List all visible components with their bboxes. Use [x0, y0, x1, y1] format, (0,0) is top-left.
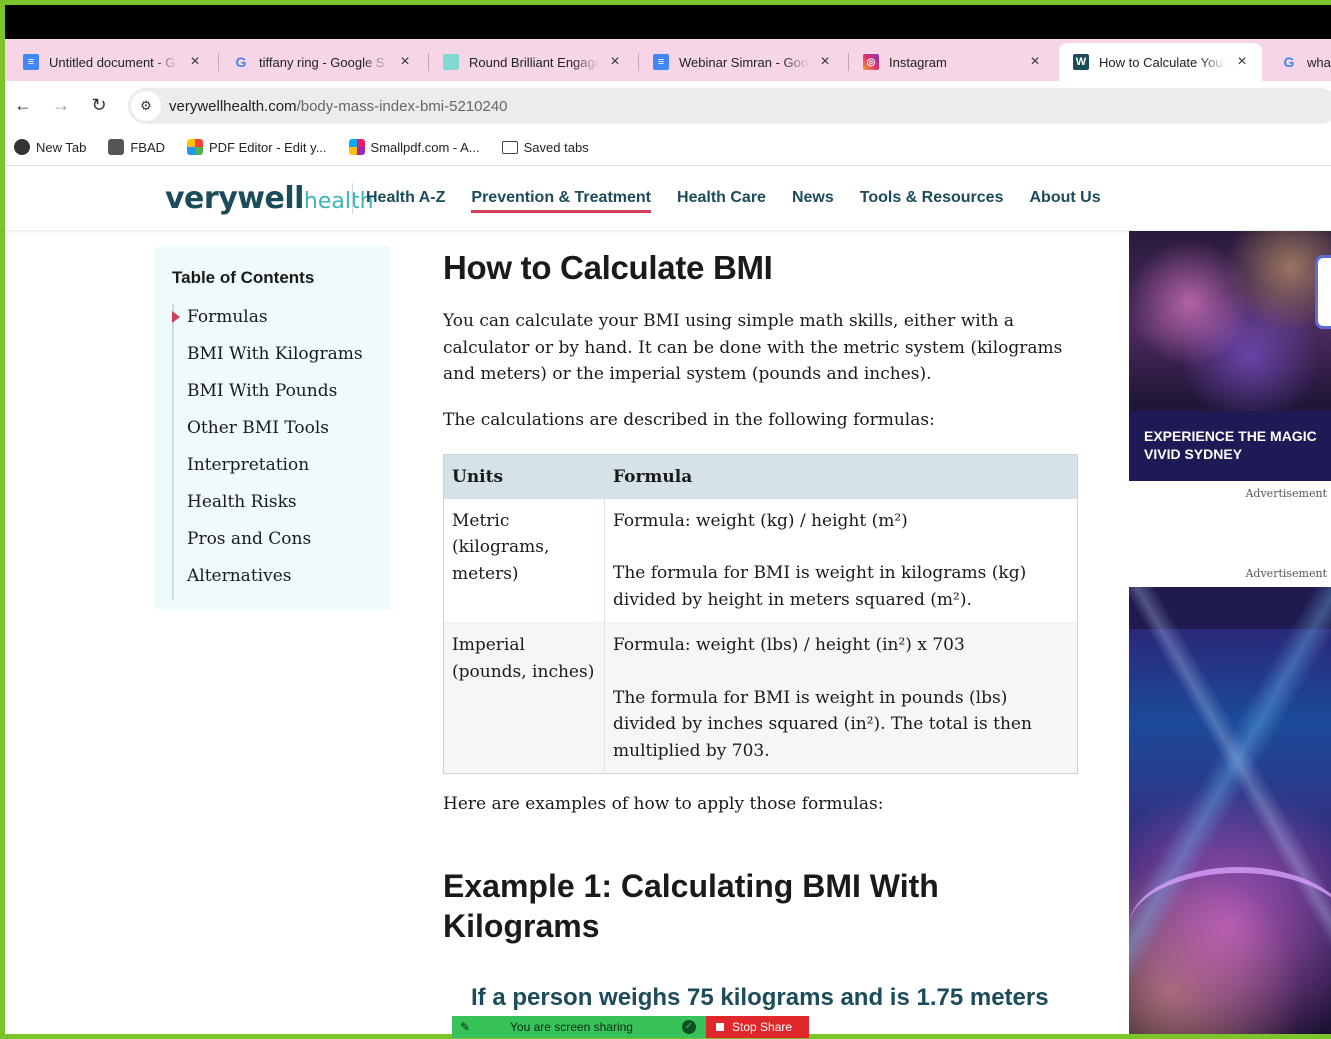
close-icon[interactable]: × [1027, 53, 1043, 71]
table-cell-units: Imperial (pounds, inches) [443, 622, 605, 774]
formula-table: Units Formula Metric (kilograms, meters)… [443, 454, 1078, 774]
close-icon[interactable]: × [607, 53, 623, 71]
bookmark-pdf-editor[interactable]: PDF Editor - Edit y... [187, 139, 327, 155]
pdf-editor-icon [187, 139, 204, 155]
stop-share-button[interactable]: Stop Share [706, 1016, 809, 1038]
os-top-bar [0, 0, 1331, 39]
table-row: Imperial (pounds, inches) Formula: weigh… [443, 622, 1078, 774]
article-title: How to Calculate BMI [443, 249, 773, 286]
site-logo[interactable]: verywellhealth [165, 181, 374, 216]
ad-bridge-graphic [1129, 867, 1331, 987]
table-cell-units: Metric (kilograms, meters) [443, 498, 605, 623]
toc-item-pros-cons[interactable]: Pros and Cons [174, 526, 382, 563]
close-icon[interactable]: × [817, 53, 833, 71]
ad-label: Advertisement [1245, 487, 1327, 500]
main-nav: Health A-Z Prevention & Treatment Health… [366, 189, 1127, 213]
drag-handle-icon[interactable]: ✎ [460, 1020, 474, 1034]
formula-text: Formula: weight (lbs) / height (in²) x 7… [613, 635, 965, 655]
intro-paragraph: You can calculate your BMI using simple … [443, 311, 1063, 384]
toc-item-formulas[interactable]: Formulas [172, 304, 382, 341]
screen-share-bar: ✎ You are screen sharing ✓ Stop Share [452, 1016, 809, 1038]
shield-check-icon: ✓ [682, 1020, 696, 1034]
bookmarks-bar: New Tab FBAD PDF Editor - Edit y... Smal… [5, 129, 1331, 166]
site-header: verywellhealth Health A-Z Prevention & T… [5, 167, 1331, 230]
table-header-units: Units [443, 454, 605, 499]
toc-list: Formulas BMI With Kilograms BMI With Pou… [172, 304, 382, 600]
table-row: Metric (kilograms, meters) Formula: weig… [443, 498, 1078, 623]
address-bar[interactable]: ⚙ verywellhealth.com/body-mass-index-bmi… [128, 88, 1331, 124]
nav-health-care[interactable]: Health Care [677, 189, 766, 213]
google-docs-icon: ≡ [23, 54, 39, 70]
toc-title: Table of Contents [172, 268, 315, 287]
tab-tiffany-ring[interactable]: G tiffany ring - Google S × [219, 43, 425, 81]
save-icon [108, 139, 125, 155]
google-icon: G [1283, 54, 1295, 70]
stop-icon [716, 1023, 724, 1031]
logo-divider [352, 183, 353, 214]
tab-untitled-document[interactable]: ≡ Untitled document - G × [9, 43, 215, 81]
bookmark-new-tab[interactable]: New Tab [14, 139, 86, 155]
toc-item-bmi-pounds[interactable]: BMI With Pounds [174, 378, 382, 415]
nav-prevention-treatment[interactable]: Prevention & Treatment [471, 189, 651, 213]
article-body: How to Calculate BMI You can calculate y… [443, 245, 1083, 430]
browser-toolbar: ← → ↻ ⚙ verywellhealth.com/body-mass-ind… [5, 81, 1331, 129]
ad-side-button[interactable] [1315, 255, 1331, 329]
bookmark-fbad[interactable]: FBAD [108, 139, 165, 155]
site-info-icon[interactable]: ⚙ [131, 91, 161, 121]
toc-item-bmi-kilograms[interactable]: BMI With Kilograms [174, 341, 382, 378]
instagram-icon: ◎ [863, 54, 879, 70]
google-icon: G [235, 54, 247, 70]
ad-label: Advertisement [1245, 567, 1327, 580]
lead-in-paragraph: The calculations are described in the fo… [443, 410, 935, 430]
globe-icon [14, 139, 30, 155]
ad-banner-bridge[interactable] [1129, 587, 1331, 1039]
bookmark-saved-tabs[interactable]: Saved tabs [501, 140, 589, 155]
ad-text: EXPERIENCE THE MAGIC VIVID SYDNEY [1144, 428, 1317, 462]
bookmark-smallpdf[interactable]: Smallpdf.com - A... [348, 139, 480, 155]
google-docs-icon: ≡ [653, 54, 669, 70]
close-icon[interactable]: × [1234, 53, 1250, 71]
tab-round-brilliant[interactable]: Round Brilliant Engage × [429, 43, 635, 81]
nav-about-us[interactable]: About Us [1029, 189, 1100, 213]
folder-icon [501, 140, 518, 154]
nav-news[interactable]: News [792, 189, 834, 213]
toc-item-health-risks[interactable]: Health Risks [174, 489, 382, 526]
back-arrow-icon[interactable]: ← [11, 93, 35, 117]
forward-arrow-icon[interactable]: → [49, 93, 73, 117]
table-header-formula: Formula [604, 454, 1078, 499]
table-cell-formula: Formula: weight (kg) / height (m²) The f… [604, 498, 1078, 623]
tab-strip: ≡ Untitled document - G × G tiffany ring… [5, 39, 1331, 81]
url-text: verywellhealth.com/body-mass-index-bmi-5… [169, 97, 508, 115]
nav-health-a-z[interactable]: Health A-Z [366, 189, 445, 213]
formula-description: The formula for BMI is weight in pounds … [613, 687, 1032, 761]
verywell-icon: W [1073, 54, 1089, 70]
example-1-heading: Example 1: Calculating BMI With Kilogram… [443, 868, 939, 944]
tab-what[interactable]: G what [1267, 43, 1331, 81]
tiffany-icon [443, 54, 459, 70]
examples-intro: Here are examples of how to apply those … [443, 794, 884, 814]
nav-tools-resources[interactable]: Tools & Resources [860, 189, 1004, 213]
formula-text: Formula: weight (kg) / height (m²) [613, 510, 908, 531]
tab-how-to-calculate[interactable]: W How to Calculate Your × [1059, 43, 1262, 81]
ad-banner-sydney[interactable]: EXPERIENCE THE MAGIC VIVID SYDNEY [1129, 231, 1331, 481]
smallpdf-icon [348, 139, 365, 155]
reload-icon[interactable]: ↻ [87, 93, 111, 117]
toc-item-interpretation[interactable]: Interpretation [174, 452, 382, 489]
tab-webinar-simran[interactable]: ≡ Webinar Simran - Goo × [639, 43, 845, 81]
table-of-contents: Table of Contents Formulas BMI With Kilo… [155, 246, 391, 610]
ad-image [1129, 231, 1331, 411]
tab-instagram[interactable]: ◎ Instagram × [849, 43, 1055, 81]
toc-item-other-bmi-tools[interactable]: Other BMI Tools [174, 415, 382, 452]
screen-share-message: You are screen sharing [510, 1020, 633, 1034]
formula-description: The formula for BMI is weight in kilogra… [613, 563, 1027, 610]
example-1-image-text: If a person weighs 75 kilograms and is 1… [471, 984, 1049, 1011]
close-icon[interactable]: × [187, 53, 203, 71]
close-icon[interactable]: × [397, 53, 413, 71]
table-cell-formula: Formula: weight (lbs) / height (in²) x 7… [604, 622, 1078, 774]
toc-item-alternatives[interactable]: Alternatives [174, 563, 382, 600]
